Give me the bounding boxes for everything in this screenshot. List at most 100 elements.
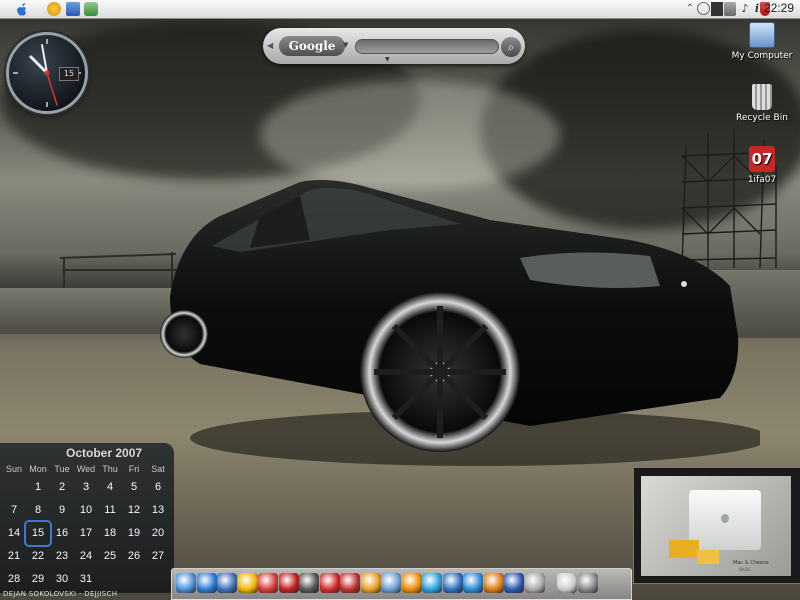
player-icon[interactable] — [47, 2, 61, 16]
dock-trash-icon[interactable] — [577, 573, 598, 593]
apple-icon[interactable] — [15, 2, 29, 16]
desktop-icon-recycle-bin[interactable]: Recycle Bin — [728, 84, 796, 123]
calendar-widget[interactable]: October 2007 Sun Mon Tue Wed Thu Fri Sat… — [0, 443, 174, 593]
calendar-empty-cell — [146, 568, 170, 591]
dock-winamp-icon[interactable] — [483, 573, 504, 593]
second-hand — [46, 72, 58, 106]
desktop-icon-label: 1ifa07 — [747, 175, 777, 185]
calendar-empty-cell — [98, 568, 122, 591]
calendar-day[interactable]: 15 — [24, 520, 52, 547]
dock-download-icon[interactable] — [381, 573, 401, 593]
calendar-day[interactable]: 8 — [26, 499, 50, 522]
monitor-icon[interactable] — [66, 2, 80, 16]
calendar-day[interactable]: 23 — [50, 545, 74, 568]
desktop-icon-my-computer[interactable]: My Computer — [728, 22, 796, 61]
calendar-day[interactable]: 12 — [122, 499, 146, 522]
windows-icon[interactable] — [711, 2, 723, 16]
calendar-day[interactable]: 20 — [146, 522, 170, 545]
network-icon[interactable] — [697, 2, 710, 15]
dock-photoshop-icon[interactable] — [463, 573, 483, 593]
calendar-day[interactable]: 10 — [74, 499, 98, 522]
weekday-label: Tue — [54, 464, 70, 474]
dock-quicktime-icon[interactable] — [442, 573, 463, 593]
cloud-shape — [260, 80, 560, 190]
calendar-day[interactable]: 2 — [50, 476, 74, 499]
dock-calendar-icon[interactable] — [340, 573, 360, 593]
calendar-grid: Sun Mon Tue Wed Thu Fri Sat 1 2 3 4 5 6 7 8 9 10 1… — [2, 462, 172, 591]
chevron-down-icon[interactable]: ▼ — [343, 41, 348, 49]
desktop-wallpaper: ⌃ ♪ i 22:29 15 ◀ Google ▼ ⌕ ▼ My Compute… — [0, 0, 800, 600]
google-search-widget: ◀ Google ▼ ⌕ ▼ — [263, 28, 525, 64]
dock-opera-icon[interactable] — [319, 573, 340, 593]
calendar-day[interactable]: 4 — [98, 476, 122, 499]
chevron-up-icon[interactable]: ⌃ — [683, 2, 697, 16]
calendar-day[interactable]: 9 — [50, 499, 74, 522]
apple-logo-shape — [721, 514, 729, 523]
dock-pen-icon[interactable] — [217, 573, 237, 593]
weekday-label: Mon — [29, 464, 47, 474]
clock-widget[interactable]: 15 — [6, 32, 88, 114]
calendar-day[interactable]: 3 — [74, 476, 98, 499]
calendar-day[interactable]: 31 — [74, 568, 98, 591]
weekday-label: Sun — [5, 464, 22, 474]
calendar-day[interactable]: 26 — [122, 545, 146, 568]
top-menubar: ⌃ ♪ i 22:29 — [0, 0, 800, 19]
dock-paint-icon[interactable] — [258, 573, 278, 593]
dock-player-icon[interactable] — [422, 573, 442, 593]
calendar-day[interactable]: 16 — [50, 522, 74, 545]
calendar-empty-cell — [122, 568, 146, 591]
chevron-left-icon[interactable]: ◀ — [267, 41, 273, 50]
calendar-weeks: 1 2 3 4 5 6 7 8 9 10 11 12 13 14 15 16 17 18 19 20 21 22 23 24 2… — [2, 476, 172, 591]
calendar-day[interactable]: 25 — [98, 545, 122, 568]
calendar-day[interactable]: 29 — [26, 568, 50, 591]
calendar-day[interactable]: 17 — [74, 522, 98, 545]
calendar-day[interactable]: 6 — [146, 476, 170, 499]
desktop-icon-label: My Computer — [731, 51, 793, 61]
dock-messenger-icon[interactable] — [360, 573, 381, 593]
calendar-week-row: 14 15 16 17 18 19 20 — [2, 520, 172, 547]
search-icon[interactable]: ⌕ — [501, 37, 521, 57]
calendar-day[interactable]: 24 — [74, 545, 98, 568]
image-preview-widget[interactable]: Mac & Cheese BASIC — [633, 467, 800, 584]
dock-word-icon[interactable] — [504, 573, 524, 593]
calendar-day[interactable]: 1 — [26, 476, 50, 499]
calendar-title: October 2007 — [66, 446, 143, 460]
chevron-down-icon[interactable]: ▼ — [385, 56, 390, 63]
preview-image: Mac & Cheese BASIC — [641, 476, 791, 576]
calendar-day[interactable]: 11 — [98, 499, 122, 522]
calendar-day[interactable]: 5 — [122, 476, 146, 499]
calendar-day[interactable]: 18 — [98, 522, 122, 545]
dock-pdf-icon[interactable] — [278, 573, 299, 593]
calendar-day[interactable]: 14 — [2, 522, 26, 545]
dock-documents-icon[interactable] — [557, 573, 577, 593]
dock-ie-icon[interactable] — [196, 573, 217, 593]
calendar-day[interactable]: 28 — [2, 568, 26, 591]
calendar-day[interactable]: 27 — [146, 545, 170, 568]
calendar-day[interactable]: 13 — [146, 499, 170, 522]
dock — [171, 568, 632, 600]
cheese-shape — [697, 550, 719, 564]
display-icon[interactable] — [724, 2, 736, 16]
calendar-icon: 07 — [749, 146, 775, 172]
computer-icon — [749, 22, 775, 48]
dock-finder-icon[interactable] — [176, 573, 196, 593]
calendar-week-row: 28 29 30 31 — [2, 568, 172, 591]
menubar-clock[interactable]: 22:29 — [764, 1, 794, 15]
calendar-empty-cell — [2, 476, 26, 499]
search-input[interactable] — [355, 39, 499, 54]
dock-media-icon[interactable] — [299, 573, 319, 593]
calendar-day[interactable]: 19 — [122, 522, 146, 545]
calendar-week-row: 21 22 23 24 25 26 27 — [2, 545, 172, 568]
wallpaper-credit: DEJAN SOKOLOVSKI - DEJJISCH — [3, 590, 118, 598]
calendar-day[interactable]: 30 — [50, 568, 74, 591]
network-icon[interactable] — [84, 2, 98, 16]
dock-apple-icon[interactable] — [524, 573, 545, 593]
calendar-day[interactable]: 22 — [26, 545, 50, 568]
google-logo[interactable]: Google — [279, 36, 345, 56]
dock-vlc-icon[interactable] — [401, 573, 422, 593]
preview-caption-sub: BASIC — [739, 567, 751, 572]
calendar-day[interactable]: 21 — [2, 545, 26, 568]
desktop-icon-1ifa07[interactable]: 07 1ifa07 — [734, 146, 790, 185]
dock-pencil-icon[interactable] — [237, 573, 258, 593]
calendar-day[interactable]: 7 — [2, 499, 26, 522]
